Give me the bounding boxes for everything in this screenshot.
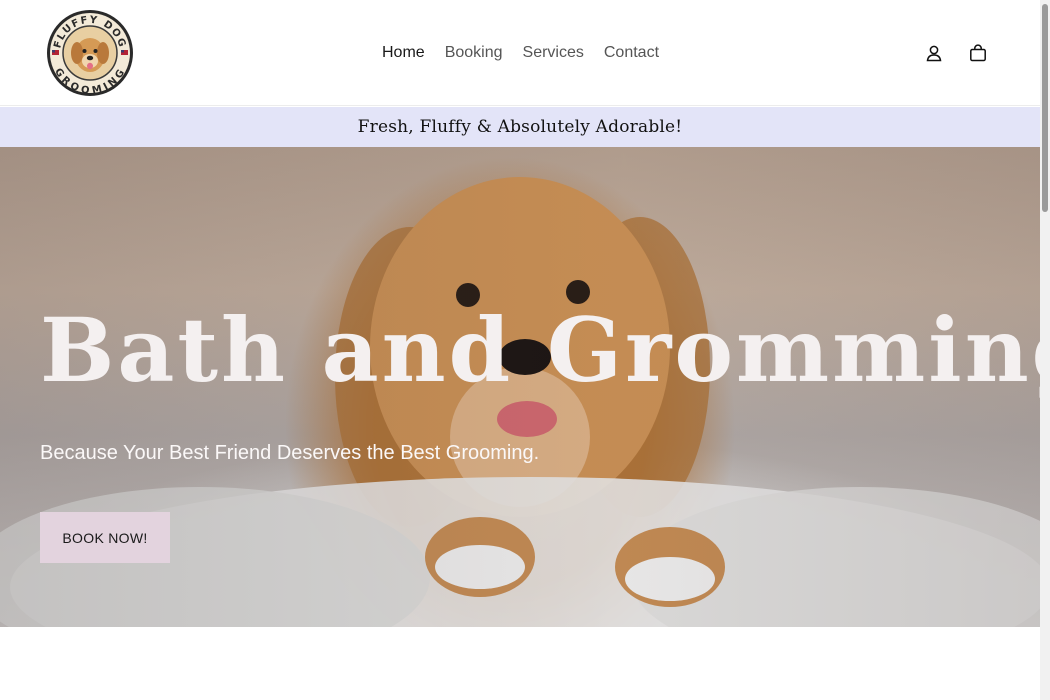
hero-subtitle: Because Your Best Friend Deserves the Be…	[40, 442, 540, 464]
shopping-bag-icon	[970, 44, 986, 62]
nav-item-services[interactable]: Services	[513, 42, 594, 64]
page-scrollbar[interactable]	[1040, 0, 1050, 700]
hero-banner: Bath and Gromming Because Your Best Frie…	[0, 147, 1040, 627]
announcement-text: Fresh, Fluffy & Absolutely Adorable!	[357, 117, 683, 137]
account-button[interactable]	[923, 42, 945, 64]
main-nav: Home Booking Services Contact	[372, 42, 669, 64]
book-now-button[interactable]: BOOK NOW!	[40, 512, 170, 563]
nav-item-contact[interactable]: Contact	[594, 42, 669, 64]
brand-logo[interactable]: FLUFFY DOG GROOMING	[46, 9, 134, 97]
nav-item-home[interactable]: Home	[372, 42, 435, 64]
nav-item-booking[interactable]: Booking	[435, 42, 513, 64]
scrollbar-thumb[interactable]	[1042, 4, 1048, 212]
user-icon	[926, 45, 942, 62]
hero-title: Bath and Gromming	[40, 298, 1040, 402]
announcement-bar: Fresh, Fluffy & Absolutely Adorable!	[0, 107, 1040, 147]
site-header: FLUFFY DOG GROOMING Home Booking Service…	[0, 0, 1040, 106]
dog-logo-icon: FLUFFY DOG GROOMING	[47, 10, 133, 97]
cart-button[interactable]	[967, 42, 989, 64]
